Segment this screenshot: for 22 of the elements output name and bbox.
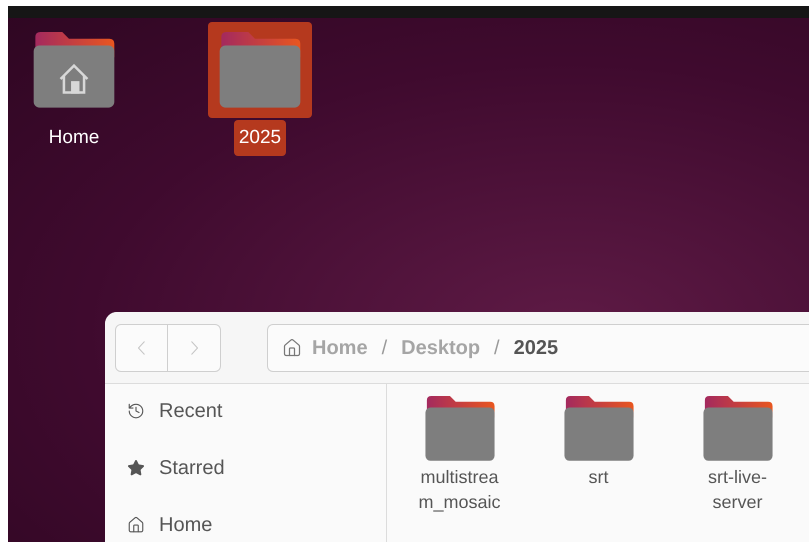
file-name[interactable]: srt [552, 464, 644, 490]
back-icon [138, 340, 145, 354]
folder-icon [562, 396, 634, 461]
sidebar-item[interactable]: Recent [127, 399, 386, 423]
file-name[interactable]: multistream_mosaic [414, 464, 506, 515]
clock-icon [127, 402, 145, 420]
home-folder-icon [32, 32, 116, 108]
home-icon [127, 516, 145, 534]
folder-icon [702, 396, 774, 461]
file-name[interactable]: srt-live-server [692, 464, 784, 515]
desktop-icon-label: 2025 [234, 120, 286, 156]
path-segment[interactable]: 2025 [514, 332, 558, 362]
star-icon [127, 459, 145, 477]
path-separator: / [380, 336, 388, 360]
forward-icon [190, 340, 198, 354]
folder-icon [424, 396, 496, 461]
home-icon [282, 338, 302, 358]
sidebar-item[interactable]: Starred [127, 456, 386, 480]
sidebar-item[interactable]: Home [127, 513, 386, 537]
desktop-icon-label: Home [48, 126, 100, 150]
folder-icon [218, 32, 302, 108]
path-separator: / [493, 336, 501, 360]
